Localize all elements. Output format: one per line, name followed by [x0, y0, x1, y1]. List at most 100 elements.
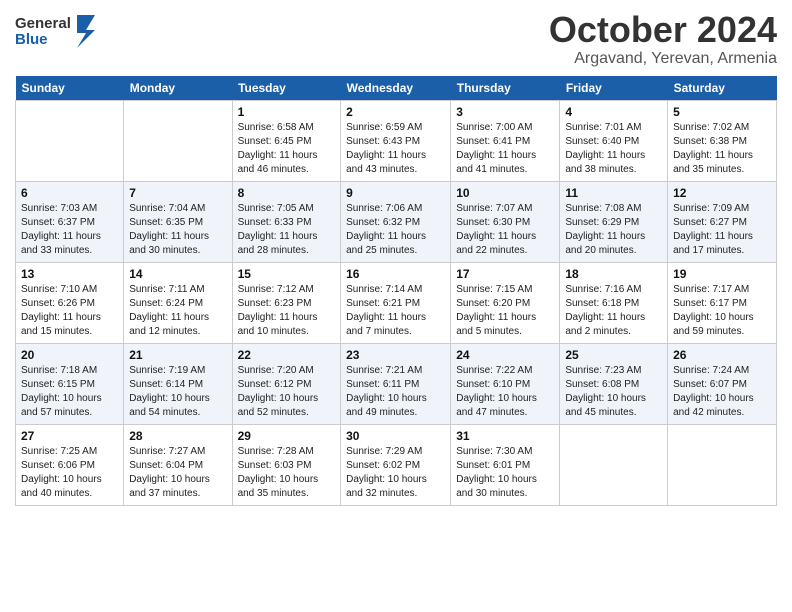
day-cell: 30 Sunrise: 7:29 AM Sunset: 6:02 PM Dayli… [341, 424, 451, 505]
day-info: Sunrise: 7:04 AM Sunset: 6:35 PM Dayligh… [129, 202, 226, 258]
logo-text: General Blue [15, 10, 105, 57]
day-info: Sunrise: 7:12 AM Sunset: 6:23 PM Dayligh… [238, 283, 336, 339]
day-info: Sunrise: 7:27 AM Sunset: 6:04 PM Dayligh… [129, 445, 226, 501]
day-number: 30 [346, 429, 445, 443]
title-area: October 2024 Argavand, Yerevan, Armenia [549, 10, 777, 68]
header-cell-thursday: Thursday [451, 76, 560, 101]
day-info: Sunrise: 7:09 AM Sunset: 6:27 PM Dayligh… [673, 202, 771, 258]
day-number: 15 [238, 267, 336, 281]
day-number: 17 [456, 267, 554, 281]
day-cell: 7 Sunrise: 7:04 AM Sunset: 6:35 PM Daylig… [124, 181, 232, 262]
day-number: 23 [346, 348, 445, 362]
day-number: 1 [238, 105, 336, 119]
day-number: 2 [346, 105, 445, 119]
day-info: Sunrise: 7:23 AM Sunset: 6:08 PM Dayligh… [565, 364, 662, 420]
day-info: Sunrise: 7:25 AM Sunset: 6:06 PM Dayligh… [21, 445, 118, 501]
day-info: Sunrise: 7:00 AM Sunset: 6:41 PM Dayligh… [456, 121, 554, 177]
day-cell [560, 424, 668, 505]
day-cell: 13Sunrise: 7:10 AM Sunset: 6:26 PM Dayli… [16, 262, 124, 343]
day-cell [668, 424, 777, 505]
day-info: Sunrise: 7:14 AM Sunset: 6:21 PM Dayligh… [346, 283, 445, 339]
day-info: Sunrise: 7:03 AM Sunset: 6:37 PM Dayligh… [21, 202, 118, 258]
day-cell: 4Sunrise: 7:01 AM Sunset: 6:40 PM Daylig… [560, 100, 668, 181]
day-cell: 3 Sunrise: 7:00 AM Sunset: 6:41 PM Daylig… [451, 100, 560, 181]
day-cell: 16 Sunrise: 7:14 AM Sunset: 6:21 PM Dayli… [341, 262, 451, 343]
day-cell: 6 Sunrise: 7:03 AM Sunset: 6:37 PM Daylig… [16, 181, 124, 262]
day-cell: 21Sunrise: 7:19 AM Sunset: 6:14 PM Dayli… [124, 343, 232, 424]
day-cell: 9Sunrise: 7:06 AM Sunset: 6:32 PM Daylig… [341, 181, 451, 262]
header-row: SundayMondayTuesdayWednesdayThursdayFrid… [16, 76, 777, 101]
day-info: Sunrise: 7:30 AM Sunset: 6:01 PM Dayligh… [456, 445, 554, 501]
day-number: 27 [21, 429, 118, 443]
day-cell: 18Sunrise: 7:16 AM Sunset: 6:18 PM Dayli… [560, 262, 668, 343]
day-cell: 12 Sunrise: 7:09 AM Sunset: 6:27 PM Dayli… [668, 181, 777, 262]
day-cell: 24 Sunrise: 7:22 AM Sunset: 6:10 PM Dayli… [451, 343, 560, 424]
location: Argavand, Yerevan, Armenia [549, 50, 777, 68]
day-number: 28 [129, 429, 226, 443]
day-number: 13 [21, 267, 118, 281]
day-info: Sunrise: 7:29 AM Sunset: 6:02 PM Dayligh… [346, 445, 445, 501]
day-cell: 25Sunrise: 7:23 AM Sunset: 6:08 PM Dayli… [560, 343, 668, 424]
day-number: 12 [673, 186, 771, 200]
day-info: Sunrise: 7:20 AM Sunset: 6:12 PM Dayligh… [238, 364, 336, 420]
day-number: 19 [673, 267, 771, 281]
day-cell: 2Sunrise: 6:59 AM Sunset: 6:43 PM Daylig… [341, 100, 451, 181]
header-cell-wednesday: Wednesday [341, 76, 451, 101]
header-cell-tuesday: Tuesday [232, 76, 341, 101]
day-info: Sunrise: 7:07 AM Sunset: 6:30 PM Dayligh… [456, 202, 554, 258]
week-row-3: 13Sunrise: 7:10 AM Sunset: 6:26 PM Dayli… [16, 262, 777, 343]
day-cell: 29 Sunrise: 7:28 AM Sunset: 6:03 PM Dayli… [232, 424, 341, 505]
day-info: Sunrise: 7:19 AM Sunset: 6:14 PM Dayligh… [129, 364, 226, 420]
day-number: 20 [21, 348, 118, 362]
day-info: Sunrise: 7:06 AM Sunset: 6:32 PM Dayligh… [346, 202, 445, 258]
day-number: 14 [129, 267, 226, 281]
day-number: 22 [238, 348, 336, 362]
day-info: Sunrise: 7:22 AM Sunset: 6:10 PM Dayligh… [456, 364, 554, 420]
day-cell: 10 Sunrise: 7:07 AM Sunset: 6:30 PM Dayli… [451, 181, 560, 262]
day-cell: 8Sunrise: 7:05 AM Sunset: 6:33 PM Daylig… [232, 181, 341, 262]
day-cell: 23Sunrise: 7:21 AM Sunset: 6:11 PM Dayli… [341, 343, 451, 424]
day-number: 26 [673, 348, 771, 362]
day-number: 31 [456, 429, 554, 443]
day-cell: 31 Sunrise: 7:30 AM Sunset: 6:01 PM Dayli… [451, 424, 560, 505]
header-cell-sunday: Sunday [16, 76, 124, 101]
day-info: Sunrise: 7:17 AM Sunset: 6:17 PM Dayligh… [673, 283, 771, 339]
page: General Blue October 2024 Argavand, Yere… [0, 0, 792, 612]
day-info: Sunrise: 7:28 AM Sunset: 6:03 PM Dayligh… [238, 445, 336, 501]
header-cell-monday: Monday [124, 76, 232, 101]
day-info: Sunrise: 6:58 AM Sunset: 6:45 PM Dayligh… [238, 121, 336, 177]
day-number: 11 [565, 186, 662, 200]
day-info: Sunrise: 7:24 AM Sunset: 6:07 PM Dayligh… [673, 364, 771, 420]
day-number: 24 [456, 348, 554, 362]
day-cell: 17 Sunrise: 7:15 AM Sunset: 6:20 PM Dayli… [451, 262, 560, 343]
day-number: 5 [673, 105, 771, 119]
day-cell: 20 Sunrise: 7:18 AM Sunset: 6:15 PM Dayli… [16, 343, 124, 424]
day-info: Sunrise: 7:15 AM Sunset: 6:20 PM Dayligh… [456, 283, 554, 339]
day-number: 7 [129, 186, 226, 200]
day-cell: 27 Sunrise: 7:25 AM Sunset: 6:06 PM Dayli… [16, 424, 124, 505]
week-row-1: 1 Sunrise: 6:58 AM Sunset: 6:45 PM Daylig… [16, 100, 777, 181]
day-cell: 28 Sunrise: 7:27 AM Sunset: 6:04 PM Dayli… [124, 424, 232, 505]
day-number: 6 [21, 186, 118, 200]
header-cell-friday: Friday [560, 76, 668, 101]
day-info: Sunrise: 7:05 AM Sunset: 6:33 PM Dayligh… [238, 202, 336, 258]
day-cell: 1 Sunrise: 6:58 AM Sunset: 6:45 PM Daylig… [232, 100, 341, 181]
day-info: Sunrise: 7:02 AM Sunset: 6:38 PM Dayligh… [673, 121, 771, 177]
day-number: 29 [238, 429, 336, 443]
header: General Blue October 2024 Argavand, Yere… [15, 10, 777, 68]
svg-text:Blue: Blue [15, 31, 48, 48]
day-info: Sunrise: 7:16 AM Sunset: 6:18 PM Dayligh… [565, 283, 662, 339]
day-cell [16, 100, 124, 181]
day-number: 3 [456, 105, 554, 119]
day-cell: 15 Sunrise: 7:12 AM Sunset: 6:23 PM Dayli… [232, 262, 341, 343]
header-cell-saturday: Saturday [668, 76, 777, 101]
day-number: 16 [346, 267, 445, 281]
day-cell [124, 100, 232, 181]
day-cell: 14Sunrise: 7:11 AM Sunset: 6:24 PM Dayli… [124, 262, 232, 343]
logo: General Blue [15, 10, 105, 57]
svg-text:General: General [15, 15, 71, 32]
logo-icon: General Blue [15, 10, 105, 52]
day-number: 10 [456, 186, 554, 200]
day-info: Sunrise: 7:18 AM Sunset: 6:15 PM Dayligh… [21, 364, 118, 420]
day-number: 4 [565, 105, 662, 119]
